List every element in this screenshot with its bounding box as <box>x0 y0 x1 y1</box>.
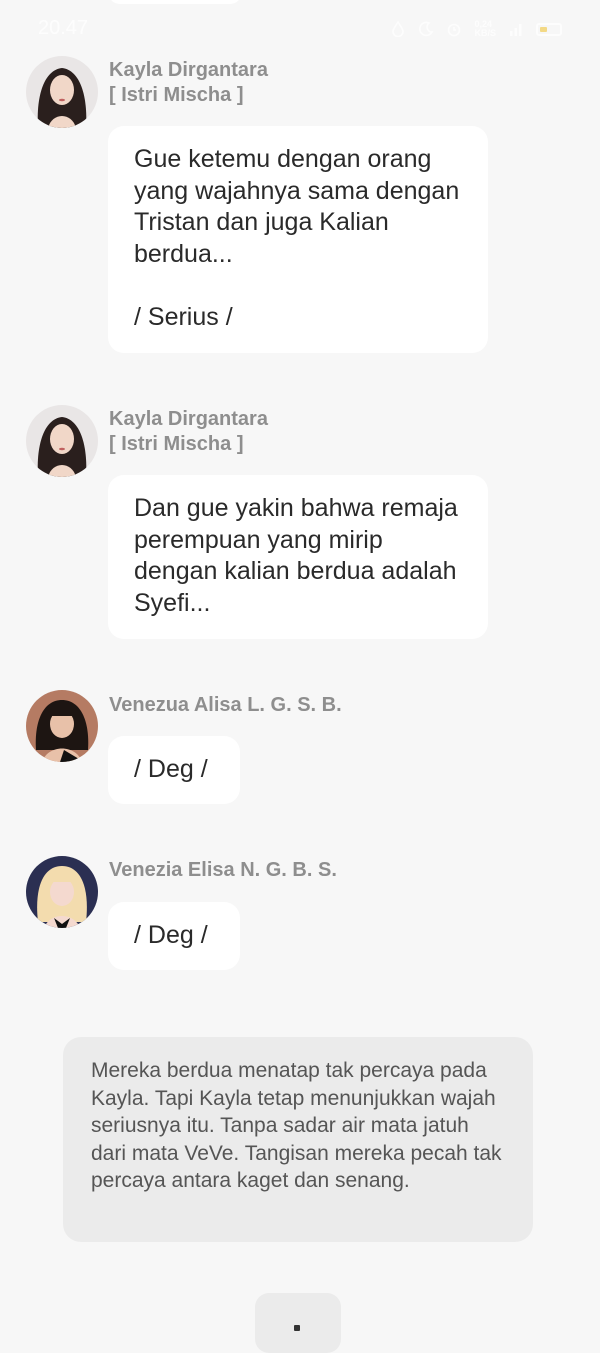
avatar-photo <box>26 405 98 477</box>
avatar[interactable] <box>26 56 98 128</box>
avatar[interactable] <box>26 405 98 477</box>
avatar-photo <box>26 690 98 762</box>
sender-name-text: Venezia Elisa N. G. B. S. <box>109 859 337 881</box>
message-bubble: Gue ketemu dengan orang yang wajahnya sa… <box>108 126 488 353</box>
sender-name-text: Kayla Dirgantara <box>109 408 268 430</box>
avatar[interactable] <box>26 690 98 762</box>
avatar-photo <box>26 56 98 128</box>
battery-icon <box>536 22 562 36</box>
avatar-photo <box>26 856 98 928</box>
network-speed: 0,24 KB/S <box>474 19 496 38</box>
message-bubble: / Deg / <box>108 902 240 970</box>
typing-indicator <box>294 1325 300 1331</box>
avatar[interactable] <box>26 856 98 928</box>
sender-subtitle: [ Istri Mischa ] <box>109 433 244 455</box>
status-bar: 20.47 0,24 KB/S <box>0 0 600 56</box>
signal-icon <box>510 24 522 36</box>
sender-name-text: Kayla Dirgantara <box>109 59 268 81</box>
sender-subtitle: [ Istri Mischa ] <box>109 84 244 106</box>
moon-icon <box>419 21 434 37</box>
status-icons: 0,24 KB/S <box>390 20 562 38</box>
narration-box: Mereka berdua menatap tak percaya pada K… <box>63 1037 533 1242</box>
message-bubble: Dan gue yakin bahwa remaja perempuan yan… <box>108 475 488 639</box>
message-bubble: / Deg / <box>108 736 240 804</box>
sender-name: Kayla Dirgantara [ Istri Mischa ] <box>109 58 268 108</box>
previous-message-bubble <box>108 0 242 4</box>
sender-name: Venezua Alisa L. G. S. B. <box>109 693 342 718</box>
water-drop-icon <box>392 21 405 37</box>
next-message-bubble <box>255 1293 341 1353</box>
sender-name-text: Venezua Alisa L. G. S. B. <box>109 694 342 716</box>
sender-name: Venezia Elisa N. G. B. S. <box>109 858 337 883</box>
sender-name: Kayla Dirgantara [ Istri Mischa ] <box>109 407 268 457</box>
alarm-icon <box>448 23 461 37</box>
status-time: 20.47 <box>38 17 89 39</box>
